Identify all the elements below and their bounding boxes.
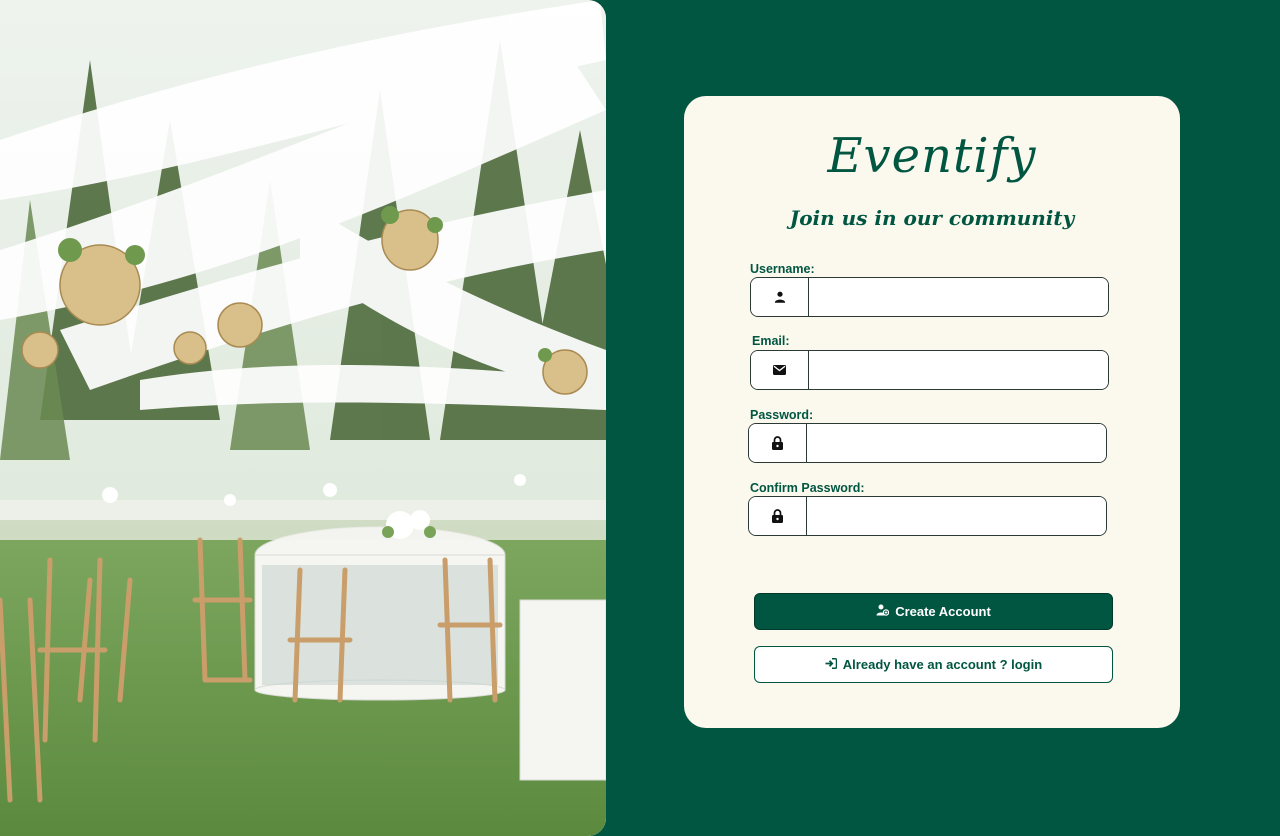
- password-field-group: [748, 423, 1107, 463]
- username-field-group: [750, 277, 1109, 317]
- brand-logo: Eventify: [827, 128, 1037, 184]
- sign-in-icon: [825, 657, 838, 672]
- lock-icon: [749, 424, 807, 462]
- login-link-label: Already have an account ? login: [842, 657, 1043, 672]
- password-input[interactable]: [807, 424, 1106, 462]
- page-tagline: Join us in our community: [789, 206, 1075, 230]
- password-label: Password:: [750, 408, 814, 422]
- email-input[interactable]: [809, 351, 1108, 389]
- username-input[interactable]: [809, 278, 1108, 316]
- confirm-password-field-group: [748, 496, 1107, 536]
- email-field-group: [750, 350, 1109, 390]
- email-label: Email:: [752, 334, 790, 348]
- user-icon: [751, 278, 809, 316]
- user-add-icon: [876, 604, 890, 619]
- event-photo: [0, 0, 606, 836]
- login-link-button[interactable]: Already have an account ? login: [754, 646, 1113, 683]
- create-account-button[interactable]: Create Account: [754, 593, 1113, 630]
- lock-icon: [749, 497, 807, 535]
- create-account-label: Create Account: [895, 604, 991, 619]
- confirm-password-input[interactable]: [807, 497, 1106, 535]
- envelope-icon: [751, 351, 809, 389]
- confirm-password-label: Confirm Password:: [750, 481, 865, 495]
- username-label: Username:: [750, 262, 815, 276]
